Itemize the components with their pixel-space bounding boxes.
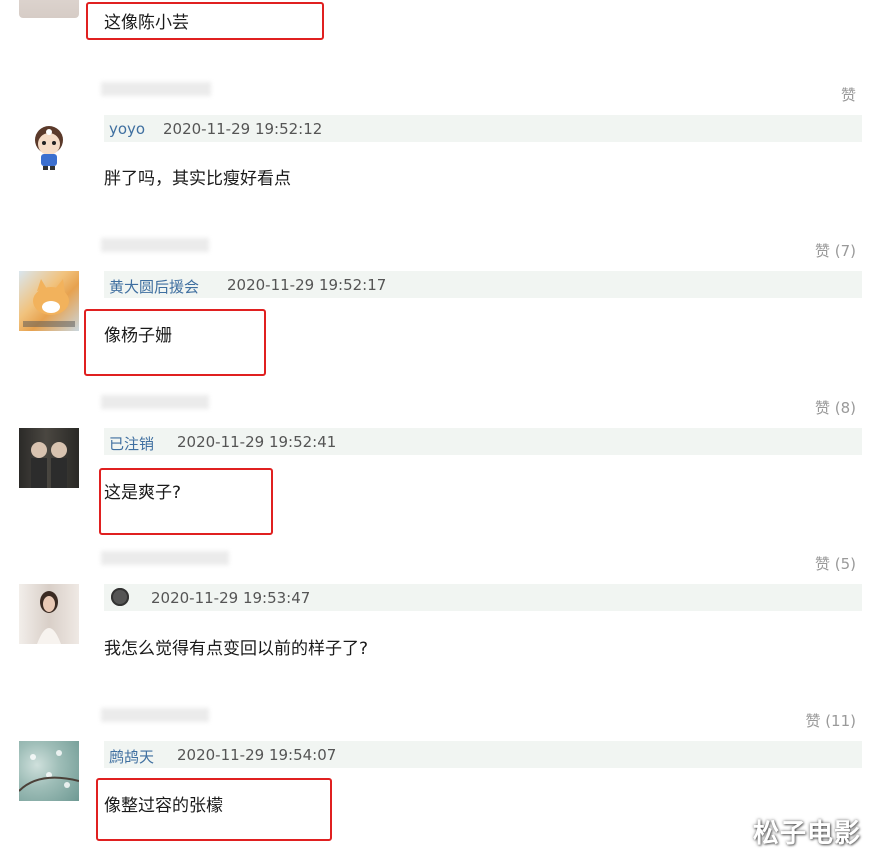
cartoon-avatar-icon [35,126,63,170]
like-button[interactable]: 赞 [841,84,856,105]
highlight-box [86,2,324,40]
like-button[interactable]: 赞 (11) [805,710,856,731]
comment-meta: 黄大圆后援会 2020-11-29 19:52:17 [104,271,862,298]
highlight-box [84,309,266,376]
cat-avatar-icon [23,279,75,327]
avatar[interactable] [19,584,79,644]
like-button[interactable]: 赞 (8) [815,397,856,418]
blurred-username [101,82,211,96]
avatar[interactable] [19,741,79,801]
timestamp: 2020-11-29 19:54:07 [177,746,337,764]
blurred-username [101,708,209,722]
avatar[interactable] [19,118,79,178]
blurred-username [101,238,209,252]
timestamp: 2020-11-29 19:52:41 [177,433,337,451]
username-link[interactable]: yoyo [109,120,145,138]
blurred-username [101,551,229,565]
painting-avatar-icon [19,750,79,792]
comment-meta: yoyo 2020-11-29 19:52:12 [104,115,862,142]
comment-meta: 已注销 2020-11-29 19:52:41 [104,428,862,455]
avatar[interactable] [19,428,79,488]
username-link[interactable]: 已注销 [109,433,154,454]
user-emoji-icon[interactable] [111,588,129,606]
comment-meta: 鹧鸪天 2020-11-29 19:54:07 [104,741,862,768]
username-link[interactable]: 鹧鸪天 [109,746,154,767]
timestamp: 2020-11-29 19:52:17 [227,276,387,294]
avatar[interactable] [19,271,79,331]
timestamp: 2020-11-29 19:52:12 [163,120,323,138]
photo-avatar-icon [37,591,61,644]
highlight-box [96,778,332,841]
like-button[interactable]: 赞 (5) [815,553,856,574]
like-button[interactable]: 赞 (7) [815,240,856,261]
blurred-username [101,395,209,409]
timestamp: 2020-11-29 19:53:47 [151,589,311,607]
comment-text: 我怎么觉得有点变回以前的样子了? [104,639,369,659]
comment-text: 胖了吗，其实比瘦好看点 [104,169,291,189]
watermark: 松子电影 [752,819,861,849]
avatar[interactable] [19,0,79,18]
highlight-box [99,468,273,535]
username-link[interactable]: 黄大圆后援会 [109,276,199,297]
comment-meta: 2020-11-29 19:53:47 [104,584,862,611]
photo-avatar-icon [31,442,67,488]
